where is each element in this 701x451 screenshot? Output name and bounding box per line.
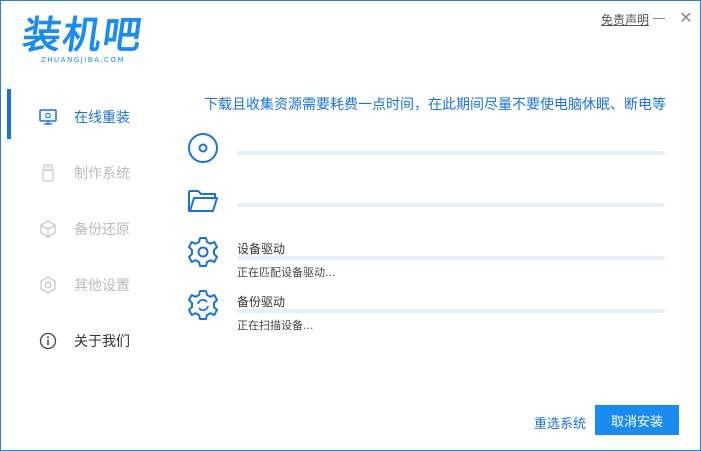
sidebar-item-label: 关于我们 (74, 334, 130, 350)
sidebar-item-label: 制作系统 (74, 166, 130, 182)
disclaimer-link[interactable]: 免责声明 (601, 11, 649, 28)
progress-bar (237, 151, 665, 155)
notice-text: 下载且收集资源需要耗费一点时间，在此期间尽量不要使电脑休眠、断电等 (204, 97, 666, 113)
sidebar-item-about-us[interactable]: 关于我们 (2, 313, 162, 369)
logo-subtitle: ZHUANGJIBA.COM (41, 56, 125, 64)
sidebar-item-label: 备份还原 (74, 222, 130, 238)
sidebar-item-online-reinstall[interactable]: 在线重装 (2, 89, 162, 145)
cancel-install-button[interactable]: 取消安装 (595, 405, 679, 435)
minimize-button[interactable] (651, 10, 667, 26)
sidebar-item-other-settings[interactable]: 其他设置 (2, 257, 162, 313)
step-device-driver: 设备驱动 正在匹配设备驱动... (187, 236, 667, 279)
step-collect-files (187, 187, 667, 221)
sidebar-item-backup-restore[interactable]: 备份还原 (2, 201, 162, 257)
gear-icon (38, 275, 58, 295)
monitor-icon (38, 107, 58, 127)
cube-icon (38, 219, 58, 239)
folder-icon (187, 187, 219, 219)
sidebar-item-make-system[interactable]: 制作系统 (2, 145, 162, 201)
progress-bar (237, 203, 665, 207)
disc-icon (187, 132, 219, 168)
step-title: 设备驱动 (237, 242, 286, 256)
step-backup-driver: 备份驱动 正在扫描设备... (187, 289, 667, 332)
step-title: 备份驱动 (237, 295, 286, 309)
info-icon (38, 331, 58, 351)
sidebar-item-label: 其他设置 (74, 278, 130, 294)
gear-refresh-icon (187, 289, 219, 325)
sidebar-item-label: 在线重装 (74, 110, 130, 126)
sidebar: 在线重装 制作系统 备份还原 其他设置 关于我们 (2, 89, 162, 369)
step-status: 正在匹配设备驱动... (237, 266, 336, 279)
gear-icon (187, 236, 219, 272)
logo-text: 装机吧 (19, 13, 147, 57)
progress-bar (237, 256, 665, 260)
installer-window: 装机吧 ZHUANGJIBA.COM 免责声明 ✕ 在线重装 制作系统 备份还原 (0, 0, 701, 451)
step-status: 正在扫描设备... (237, 319, 314, 332)
step-download-image (187, 132, 667, 166)
close-button[interactable]: ✕ (677, 9, 695, 27)
progress-bar (237, 309, 665, 313)
usb-icon (38, 163, 58, 183)
app-logo: 装机吧 ZHUANGJIBA.COM (19, 13, 147, 64)
reselect-system-button[interactable]: 重选系统 (534, 413, 586, 432)
